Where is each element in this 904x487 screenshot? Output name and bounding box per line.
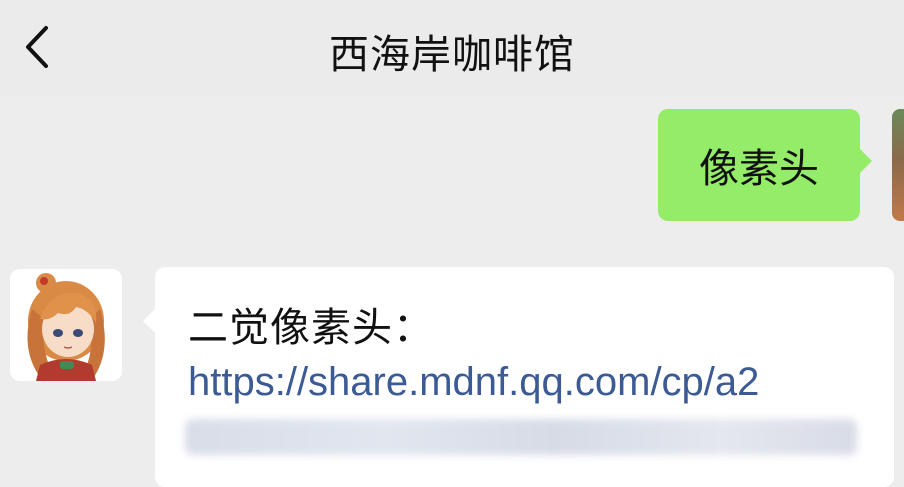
incoming-bubble: 二觉像素头： https://share.mdnf.qq.com/cp/a2 (143, 267, 894, 487)
peer-avatar[interactable] (10, 269, 122, 381)
message-link[interactable]: https://share.mdnf.qq.com/cp/a2 (188, 360, 759, 405)
blurred-content (185, 419, 857, 455)
my-avatar[interactable] (892, 109, 904, 221)
outgoing-message: 像素头 (604, 109, 904, 221)
outgoing-bubble[interactable]: 像素头 (658, 109, 872, 221)
chat-header: 西海岸咖啡馆 (0, 0, 904, 97)
anime-girl-avatar-icon (27, 273, 105, 381)
chat-title: 西海岸咖啡馆 (329, 32, 575, 78)
message-list[interactable]: 像素头 二觉像素头： https://share.mdnf.qq.com/cp/… (0, 97, 904, 487)
message-text: 二觉像素头： (188, 305, 434, 351)
